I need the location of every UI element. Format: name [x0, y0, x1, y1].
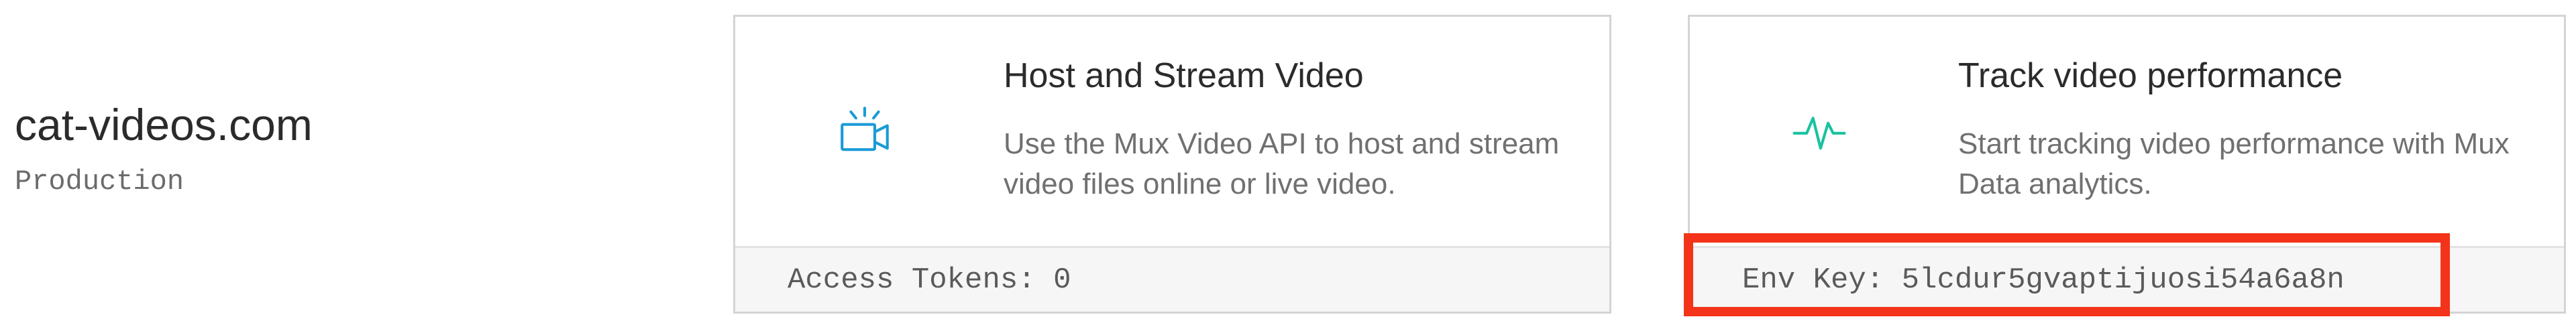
env-key-footer[interactable]: Env Key: 5lcdur5gvaptijuosi54a6a8n: [1690, 246, 2564, 312]
environment-type-label: Production: [15, 165, 184, 198]
video-camera-icon: [835, 101, 895, 161]
card-description: Use the Mux Video API to host and stream…: [1004, 127, 1560, 200]
access-tokens-footer[interactable]: Access Tokens: 0: [735, 246, 1609, 312]
card-title: Track video performance: [1958, 56, 2343, 95]
environment-header: cat-videos.com Production: [15, 101, 619, 198]
host-and-stream-video-card[interactable]: Host and Stream Video Use the Mux Video …: [733, 15, 1611, 314]
pulse-icon: [1789, 101, 1849, 161]
card-title: Host and Stream Video: [1004, 56, 1364, 95]
card-body: Host and Stream Video Use the Mux Video …: [735, 17, 1609, 246]
env-key-label: Env Key:: [1742, 263, 1884, 297]
card-description: Start tracking video performance with Mu…: [1958, 127, 2510, 200]
access-tokens-label: Access Tokens:: [788, 263, 1036, 297]
env-key-value[interactable]: 5lcdur5gvaptijuosi54a6a8n: [1902, 263, 2345, 297]
environment-name: cat-videos.com: [15, 100, 313, 149]
card-body: Track video performance Start tracking v…: [1690, 17, 2564, 246]
access-tokens-count: 0: [1053, 263, 1071, 297]
track-video-performance-card[interactable]: Track video performance Start tracking v…: [1688, 15, 2566, 314]
